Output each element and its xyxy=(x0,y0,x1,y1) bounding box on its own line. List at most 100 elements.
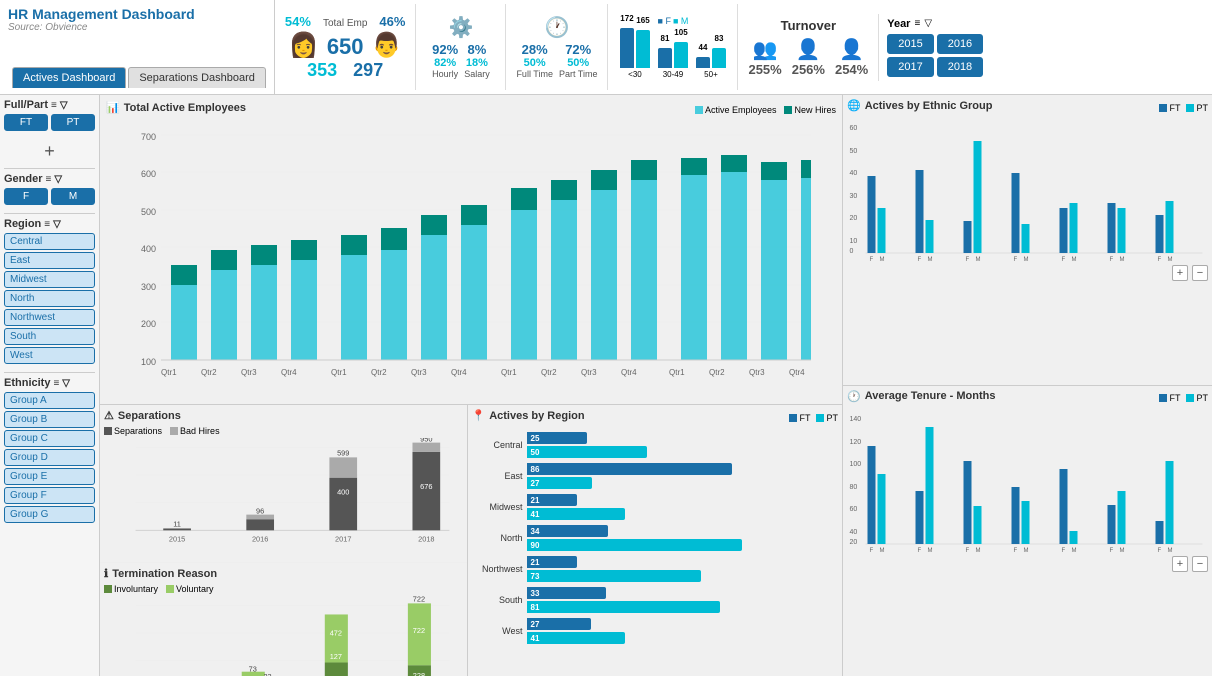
fullpart-label: Full/Part xyxy=(4,99,48,111)
svg-text:722: 722 xyxy=(413,626,425,635)
ethnicity-btn-f[interactable]: Group F xyxy=(4,487,95,504)
region-btn-central[interactable]: Central xyxy=(4,233,95,250)
svg-text:11: 11 xyxy=(173,520,181,529)
filter-gender: Gender ≡ ▽ F M xyxy=(4,173,95,205)
main-content: Full/Part ≡ ▽ FT PT + Gender ≡ ▽ F M xyxy=(0,95,1212,676)
hourly-pct2: 82% xyxy=(432,57,458,69)
age-label-old: 50+ xyxy=(704,70,718,79)
funnel-icon-fullpart[interactable]: ▽ xyxy=(60,100,68,111)
svg-text:F: F xyxy=(966,548,970,554)
ethnicity-btn-c[interactable]: Group C xyxy=(4,430,95,447)
year-btn-2016[interactable]: 2016 xyxy=(937,34,983,54)
region-btn-west[interactable]: West xyxy=(4,347,95,364)
turnover-icon-male: 👤 xyxy=(796,37,821,62)
gender-btn-m[interactable]: M xyxy=(51,188,95,205)
add-filter-icon[interactable]: + xyxy=(4,139,95,164)
region-label-west: West xyxy=(472,626,527,636)
source-label: Source: Obvience xyxy=(8,22,266,33)
tab-actives-dashboard[interactable]: Actives Dashboard xyxy=(12,67,126,88)
funnel-icon-ethnicity[interactable]: ▽ xyxy=(62,378,70,389)
region-btn-north[interactable]: North xyxy=(4,290,95,307)
filter-icon-fullpart[interactable]: ≡ xyxy=(51,100,57,111)
svg-text:M: M xyxy=(1168,257,1173,263)
region-btn-east[interactable]: East xyxy=(4,252,95,269)
salary-pct2: 18% xyxy=(464,57,490,69)
svg-text:600: 600 xyxy=(141,169,156,179)
legend-newhires: New Hires xyxy=(794,105,836,115)
ethnicity-btn-g[interactable]: Group G xyxy=(4,506,95,523)
svg-text:F: F xyxy=(1158,548,1162,554)
ethnicity-btn-a[interactable]: Group A xyxy=(4,392,95,409)
gender-btn-f[interactable]: F xyxy=(4,188,48,205)
svg-text:Qtr1: Qtr1 xyxy=(161,368,177,377)
ethnic-legend-pt: PT xyxy=(1196,103,1208,113)
filter-icon-ethnicity[interactable]: ≡ xyxy=(53,378,59,389)
fulltime-label: Full Time xyxy=(516,69,553,79)
ethnicity-btn-d[interactable]: Group D xyxy=(4,449,95,466)
fm-legend-m: ■ M xyxy=(673,16,688,26)
region-chart-title: 📍 Actives by Region xyxy=(472,409,585,422)
fulltime-pct1: 28% xyxy=(516,42,553,57)
belt-icon: ⚙️ xyxy=(448,15,473,40)
region-btn-south[interactable]: South xyxy=(4,328,95,345)
term-legend1: Involuntary xyxy=(114,584,158,594)
svg-text:F: F xyxy=(1110,548,1114,554)
tab-separations-dashboard[interactable]: Separations Dashboard xyxy=(128,67,266,88)
region-btn-midwest[interactable]: Midwest xyxy=(4,271,95,288)
funnel-icon-region[interactable]: ▽ xyxy=(53,219,61,230)
year-btn-2017[interactable]: 2017 xyxy=(887,57,933,77)
filter-icon-gender[interactable]: ≡ xyxy=(46,174,52,185)
total-emp-value: 650 xyxy=(327,34,364,60)
funnel-icon-year[interactable]: ▽ xyxy=(924,18,932,29)
svg-text:20: 20 xyxy=(850,215,858,222)
svg-text:23: 23 xyxy=(263,672,271,676)
svg-text:Qtr2: Qtr2 xyxy=(709,368,725,377)
map-icon: 📍 xyxy=(472,409,486,422)
svg-text:M: M xyxy=(1120,548,1125,554)
legend-active: Active Employees xyxy=(705,105,777,115)
svg-text:M: M xyxy=(880,548,885,554)
right-panel: 🌐 Actives by Ethnic Group FT PT 60 50 40… xyxy=(842,95,1212,676)
svg-text:F: F xyxy=(870,257,874,263)
ethnicity-btn-b[interactable]: Group B xyxy=(4,411,95,428)
svg-text:80: 80 xyxy=(850,484,858,491)
svg-text:2015: 2015 xyxy=(169,534,185,543)
filter-icon-region[interactable]: ≡ xyxy=(44,219,50,230)
ethnic-chart-plus[interactable]: + xyxy=(1172,265,1188,281)
region-label-north: North xyxy=(472,533,527,543)
svg-text:200: 200 xyxy=(141,319,156,329)
ethnicity-btn-e[interactable]: Group E xyxy=(4,468,95,485)
funnel-icon-gender[interactable]: ▽ xyxy=(54,174,62,185)
region-btn-northwest[interactable]: Northwest xyxy=(4,309,95,326)
male-icon: 👨 xyxy=(372,31,402,60)
filter-fullpart: Full/Part ≡ ▽ FT PT xyxy=(4,99,95,131)
region-label-central: Central xyxy=(472,440,527,450)
ethnic-chart-minus[interactable]: − xyxy=(1192,265,1208,281)
fullpart-btn-ft[interactable]: FT xyxy=(4,114,48,131)
year-btn-2018[interactable]: 2018 xyxy=(937,57,983,77)
year-btn-2015[interactable]: 2015 xyxy=(887,34,933,54)
svg-text:F: F xyxy=(1062,548,1066,554)
tenure-chart-plus[interactable]: + xyxy=(1172,556,1188,572)
svg-text:M: M xyxy=(1024,548,1029,554)
female-icon: 👩 xyxy=(289,31,319,60)
hourly-label: Hourly xyxy=(432,69,458,79)
svg-text:F: F xyxy=(1158,257,1162,263)
svg-text:F: F xyxy=(1062,257,1066,263)
fullpart-btn-pt[interactable]: PT xyxy=(51,114,95,131)
parttime-pct1: 72% xyxy=(559,42,598,57)
filter-region: Region ≡ ▽ Central East Midwest North No… xyxy=(4,218,95,364)
salary-label: Salary xyxy=(464,69,490,79)
fulltime-pct2: 50% xyxy=(516,57,553,69)
tenure-chart-minus[interactable]: − xyxy=(1192,556,1208,572)
svg-text:Qtr1: Qtr1 xyxy=(669,368,685,377)
svg-text:Qtr4: Qtr4 xyxy=(621,368,637,377)
svg-text:140: 140 xyxy=(850,416,862,423)
filter-icon-year[interactable]: ≡ xyxy=(914,18,920,29)
region-legend-ft: FT xyxy=(799,413,810,423)
region-label: Region xyxy=(4,218,41,230)
svg-text:Qtr1: Qtr1 xyxy=(501,368,517,377)
svg-text:2016: 2016 xyxy=(252,534,268,543)
svg-text:127: 127 xyxy=(330,652,342,661)
svg-text:2017: 2017 xyxy=(335,534,351,543)
